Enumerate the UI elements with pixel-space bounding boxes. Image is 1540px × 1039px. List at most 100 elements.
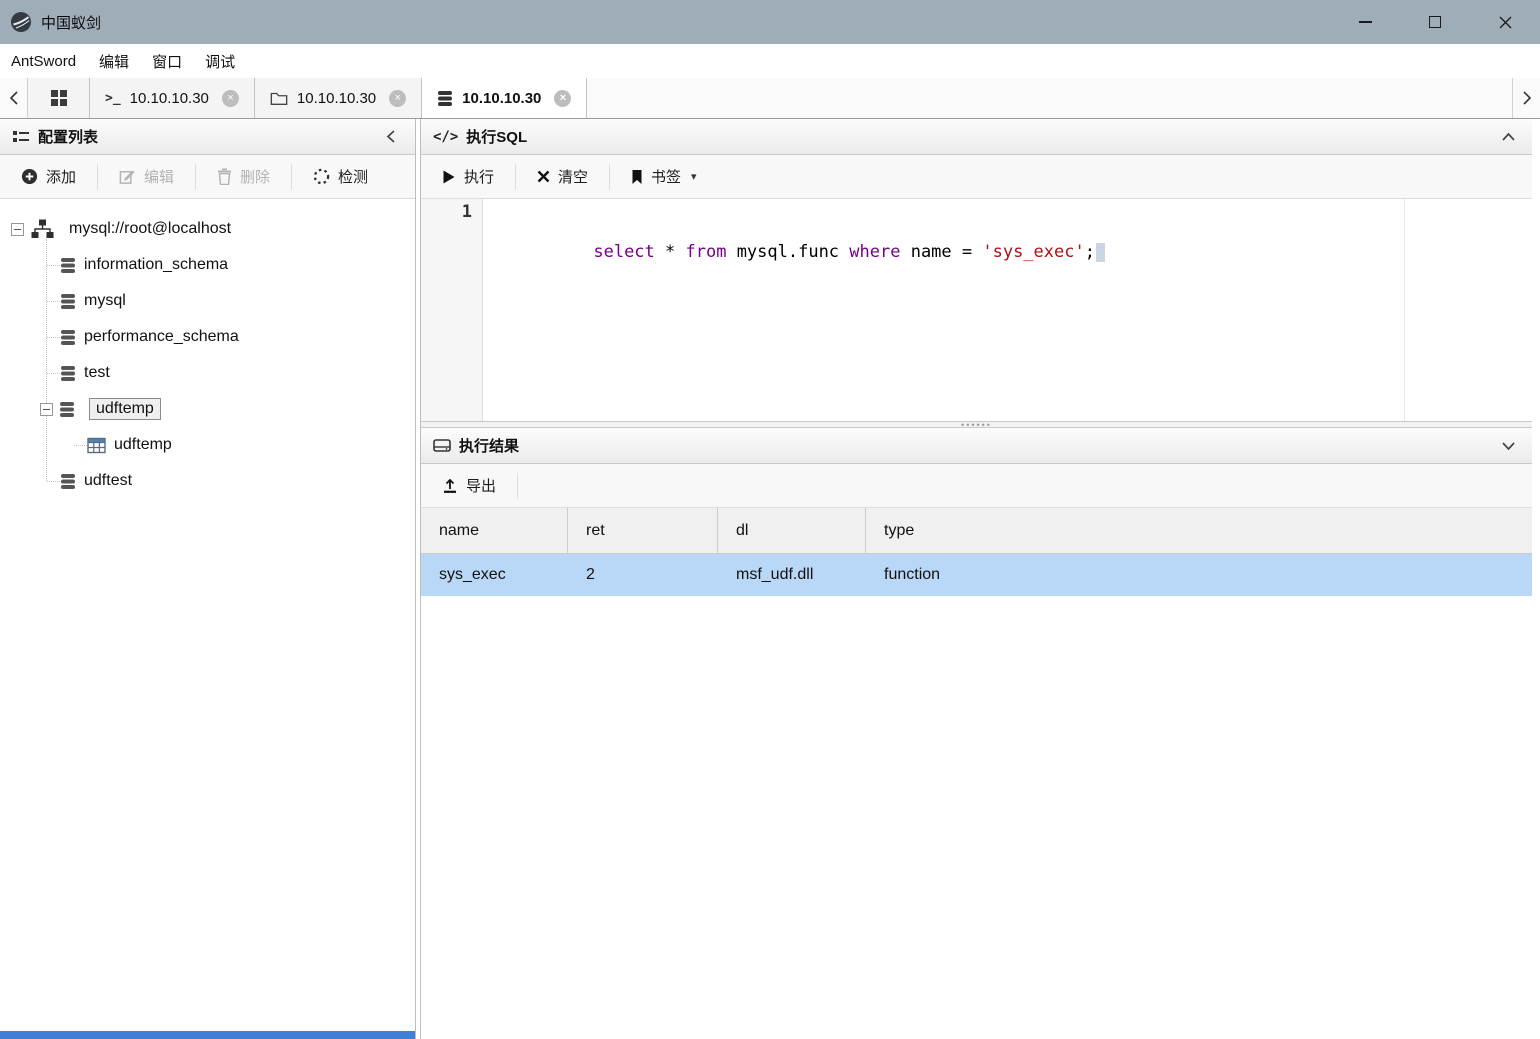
collapse-result-panel-button[interactable] bbox=[1496, 434, 1520, 458]
toolbar-divider bbox=[517, 473, 518, 499]
bookmark-label: 书签 bbox=[651, 166, 681, 187]
tab-label: 10.10.10.30 bbox=[297, 90, 376, 107]
config-panel-header: 配置列表 bbox=[0, 119, 415, 155]
tree-node-root[interactable]: mysql://root@localhost bbox=[0, 211, 415, 247]
clear-x-icon bbox=[537, 170, 550, 183]
tree-node-udftest[interactable]: udftest bbox=[0, 463, 415, 499]
tree-node-performance-schema[interactable]: performance_schema bbox=[0, 319, 415, 355]
cell-ret: 2 bbox=[568, 554, 718, 596]
tree-node-udftemp-table[interactable]: udftemp bbox=[0, 427, 415, 463]
maximize-icon bbox=[1429, 16, 1441, 28]
cell-name: sys_exec bbox=[421, 554, 568, 596]
horizontal-scrollbar-thumb[interactable] bbox=[0, 1031, 415, 1039]
database-icon bbox=[437, 90, 453, 107]
cell-dl: msf_udf.dll bbox=[718, 554, 866, 596]
spinner-icon bbox=[313, 168, 330, 185]
minimize-icon bbox=[1359, 21, 1372, 23]
database-icon bbox=[60, 293, 76, 310]
config-toolbar: 添加 编辑 删除 bbox=[0, 155, 415, 199]
tree-connector bbox=[47, 481, 60, 482]
collapse-expander-icon[interactable] bbox=[40, 403, 53, 416]
title-bar: 中国蚁剑 bbox=[0, 0, 1540, 44]
minimize-button[interactable] bbox=[1330, 0, 1400, 44]
menu-item-antsword[interactable]: AntSword bbox=[11, 53, 76, 70]
tree-connector bbox=[47, 301, 60, 302]
code-line: select * from mysql.func where name = 's… bbox=[593, 242, 1105, 262]
code-icon: </> bbox=[433, 129, 458, 145]
export-button[interactable]: 导出 bbox=[421, 464, 517, 507]
run-sql-label: 执行 bbox=[464, 166, 494, 187]
window-controls bbox=[1330, 0, 1540, 44]
add-button-label: 添加 bbox=[46, 166, 76, 187]
close-icon bbox=[1499, 16, 1512, 29]
tab-scroll-right-button[interactable] bbox=[1512, 78, 1540, 118]
add-button[interactable]: 添加 bbox=[0, 155, 97, 198]
grid-icon bbox=[51, 90, 67, 106]
sql-panel-title: 执行SQL bbox=[466, 126, 527, 147]
connection-icon bbox=[31, 219, 54, 239]
collapse-expander-icon[interactable] bbox=[11, 223, 24, 236]
tree-node-information-schema[interactable]: information_schema bbox=[0, 247, 415, 283]
tab-close-icon[interactable] bbox=[389, 90, 406, 107]
tab-label: 10.10.10.30 bbox=[462, 90, 541, 107]
connection-tree: mysql://root@localhost information_schem… bbox=[0, 199, 415, 1031]
tree-node-test[interactable]: test bbox=[0, 355, 415, 391]
check-button-label: 检测 bbox=[338, 166, 368, 187]
config-list-icon bbox=[12, 129, 30, 145]
collapse-sql-panel-button[interactable] bbox=[1496, 125, 1520, 149]
tab-home[interactable] bbox=[28, 78, 90, 118]
sql-editor[interactable]: 1 select * from mysql.func where name = … bbox=[421, 199, 1532, 421]
main-content: 配置列表 添加 bbox=[0, 119, 1540, 1039]
print-margin-ruler bbox=[1404, 199, 1405, 421]
sql-token: from bbox=[686, 242, 727, 262]
tab-close-icon[interactable] bbox=[222, 90, 239, 107]
tree-connector bbox=[47, 265, 60, 266]
menu-item-edit[interactable]: 编辑 bbox=[99, 51, 129, 72]
result-table-header: name ret dl type bbox=[421, 508, 1532, 554]
tree-node-mysql[interactable]: mysql bbox=[0, 283, 415, 319]
antsword-window: 中国蚁剑 AntSword 编辑 窗口 调试 bbox=[0, 0, 1540, 1039]
editor-result-splitter[interactable]: •••••• bbox=[421, 421, 1532, 428]
chevron-up-icon bbox=[1501, 132, 1516, 142]
menu-bar: AntSword 编辑 窗口 调试 bbox=[0, 44, 1540, 78]
sql-token: name = bbox=[900, 242, 982, 262]
edit-button-label: 编辑 bbox=[144, 166, 174, 187]
sql-toolbar: 执行 清空 书签 ▾ bbox=[421, 155, 1532, 199]
column-header-ret: ret bbox=[568, 508, 718, 553]
terminal-icon: >_ bbox=[105, 91, 121, 106]
run-sql-button[interactable]: 执行 bbox=[421, 155, 515, 198]
tab-terminal-10-10-10-30[interactable]: >_ 10.10.10.30 bbox=[90, 78, 255, 118]
tree-node-udftemp[interactable]: udftemp bbox=[0, 391, 415, 427]
column-header-type: type bbox=[866, 508, 1532, 553]
edit-button[interactable]: 编辑 bbox=[98, 155, 195, 198]
collapse-panel-button[interactable] bbox=[379, 125, 403, 149]
chevron-down-icon bbox=[1501, 441, 1516, 451]
check-button[interactable]: 检测 bbox=[292, 155, 389, 198]
editor-code-area[interactable]: select * from mysql.func where name = 's… bbox=[483, 199, 1532, 421]
sql-token: ; bbox=[1085, 242, 1095, 262]
tab-close-icon[interactable] bbox=[554, 90, 571, 107]
maximize-button[interactable] bbox=[1400, 0, 1470, 44]
bookmark-button[interactable]: 书签 ▾ bbox=[610, 155, 718, 198]
clear-sql-button[interactable]: 清空 bbox=[516, 155, 609, 198]
menu-item-debug[interactable]: 调试 bbox=[205, 51, 235, 72]
sql-token: where bbox=[849, 242, 900, 262]
delete-button[interactable]: 删除 bbox=[196, 155, 291, 198]
config-panel: 配置列表 添加 bbox=[0, 119, 415, 1039]
sql-token: 'sys_exec' bbox=[982, 242, 1084, 262]
tab-database-10-10-10-30[interactable]: 10.10.10.30 bbox=[422, 78, 587, 118]
close-button[interactable] bbox=[1470, 0, 1540, 44]
menu-item-window[interactable]: 窗口 bbox=[152, 51, 182, 72]
chevron-left-icon bbox=[386, 129, 396, 144]
folder-icon bbox=[270, 90, 288, 106]
tree-node-label-selected: udftemp bbox=[89, 398, 161, 420]
trash-icon bbox=[217, 168, 232, 185]
database-icon bbox=[60, 329, 76, 346]
tree-node-label: mysql bbox=[84, 292, 126, 310]
tree-node-label: information_schema bbox=[84, 256, 228, 274]
tab-files-10-10-10-30[interactable]: 10.10.10.30 bbox=[255, 78, 422, 118]
tab-scroll-left-button[interactable] bbox=[0, 78, 28, 118]
result-table-row-selected[interactable]: sys_exec 2 msf_udf.dll function bbox=[421, 554, 1532, 596]
export-icon bbox=[442, 478, 458, 494]
sql-token: mysql.func bbox=[726, 242, 849, 262]
